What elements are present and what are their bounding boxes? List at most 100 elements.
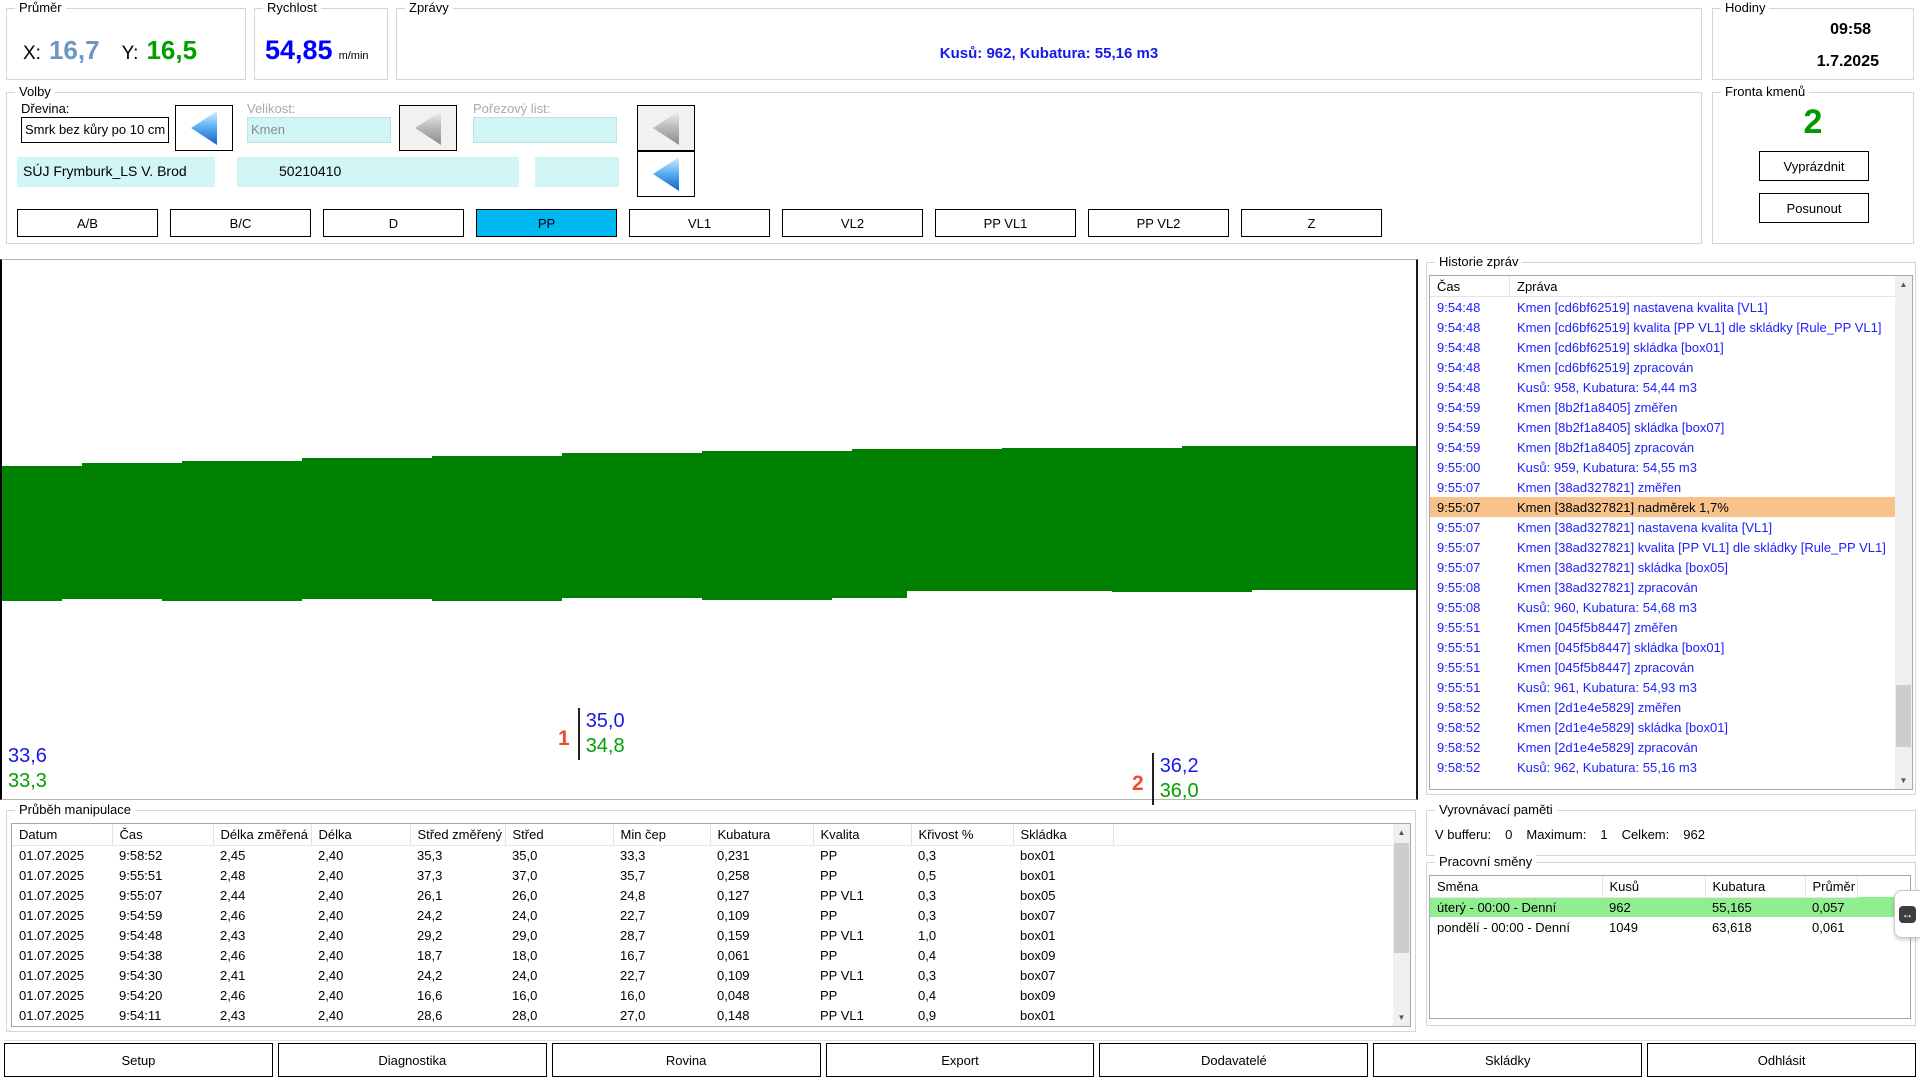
handling-log-cell (1113, 925, 1393, 945)
quality-button-vl1[interactable]: VL1 (629, 209, 770, 237)
handling-log-row[interactable]: 01.07.20259:54:482,432,4029,229,028,70,1… (12, 925, 1393, 945)
left-edge-diameters: 33,6 33,3 (8, 744, 47, 794)
scroll-up-icon[interactable]: ▲ (1895, 276, 1912, 293)
shifts-col-header[interactable]: Kubatura (1705, 876, 1805, 897)
wood-type-cycle-button[interactable] (175, 105, 233, 151)
quality-button-pp-vl1[interactable]: PP VL1 (935, 209, 1076, 237)
empty-queue-button[interactable]: Vyprázdnit (1759, 151, 1869, 181)
menu-button-export[interactable]: Export (826, 1043, 1095, 1077)
handling-log-cell: 2,40 (311, 925, 410, 945)
history-row-message: Kmen [38ad327821] nastavena kvalita [VL1… (1510, 517, 1895, 537)
handling-log-row[interactable]: 01.07.20259:54:302,412,4024,224,022,70,1… (12, 965, 1393, 985)
handling-col-header[interactable]: Kvalita (813, 824, 911, 845)
handling-col-header[interactable]: Délka změřená (213, 824, 311, 845)
history-row[interactable]: 9:58:52Kmen [2d1e4e5829] změřen (1430, 697, 1895, 717)
history-row[interactable]: 9:54:59Kmen [8b2f1a8405] změřen (1430, 397, 1895, 417)
handling-col-header[interactable]: Střed změřený (410, 824, 505, 845)
quality-button-a-b[interactable]: A/B (17, 209, 158, 237)
history-row[interactable]: 9:55:51Kmen [045f5b8447] změřen (1430, 617, 1895, 637)
history-row-message: Kmen [cd6bf62519] zpracován (1510, 357, 1895, 377)
handling-log-cell: 26,0 (505, 885, 613, 905)
history-row[interactable]: 9:58:52Kmen [2d1e4e5829] skládka [box01] (1430, 717, 1895, 737)
shifts-col-header[interactable]: Kusů (1602, 876, 1705, 897)
handling-log-cell: PP (813, 905, 911, 925)
handling-log-cell: 33,3 (613, 845, 710, 865)
history-row[interactable]: 9:55:51Kusů: 961, Kubatura: 54,93 m3 (1430, 677, 1895, 697)
history-row[interactable]: 9:55:07Kmen [38ad327821] kvalita [PP VL1… (1430, 537, 1895, 557)
scroll-down-icon[interactable]: ▼ (1895, 772, 1912, 789)
handling-col-header[interactable]: Skládka (1013, 824, 1113, 845)
history-row[interactable]: 9:55:07Kmen [38ad327821] změřen (1430, 477, 1895, 497)
size-field: Kmen (247, 117, 391, 143)
advance-queue-button[interactable]: Posunout (1759, 193, 1869, 223)
history-row[interactable]: 9:55:08Kusů: 960, Kubatura: 54,68 m3 (1430, 597, 1895, 617)
history-row[interactable]: 9:55:07Kmen [38ad327821] nadměrek 1,7% (1430, 497, 1895, 517)
history-row[interactable]: 9:55:51Kmen [045f5b8447] zpracován (1430, 657, 1895, 677)
handling-log-row[interactable]: 01.07.20259:55:512,482,4037,337,035,70,2… (12, 865, 1393, 885)
extra-field (535, 157, 619, 187)
quality-button-vl2[interactable]: VL2 (782, 209, 923, 237)
menu-button-diagnostika[interactable]: Diagnostika (278, 1043, 547, 1077)
menu-button-odhl-sit[interactable]: Odhlásit (1647, 1043, 1916, 1077)
handling-col-header[interactable]: Min čep (613, 824, 710, 845)
quality-button-pp[interactable]: PP (476, 209, 617, 237)
history-row[interactable]: 9:54:59Kmen [8b2f1a8405] skládka [box07] (1430, 417, 1895, 437)
scroll-down-icon[interactable]: ▼ (1393, 1009, 1410, 1026)
handling-log-row[interactable]: 01.07.20259:54:112,432,4028,628,027,00,1… (12, 1005, 1393, 1025)
quality-button-z[interactable]: Z (1241, 209, 1382, 237)
handling-col-header[interactable]: Čas (112, 824, 213, 845)
history-scrollbar[interactable]: ▲ ▼ (1895, 276, 1912, 789)
shifts-col-header[interactable]: Směna (1430, 876, 1602, 897)
handling-log-scrollbar[interactable]: ▲ ▼ (1393, 824, 1410, 1026)
handling-scrollbar-thumb[interactable] (1394, 843, 1409, 953)
history-row[interactable]: 9:54:48Kmen [cd6bf62519] skládka [box01] (1430, 337, 1895, 357)
history-row[interactable]: 9:55:00Kusů: 959, Kubatura: 54,55 m3 (1430, 457, 1895, 477)
history-row[interactable]: 9:54:48Kmen [cd6bf62519] nastavena kvali… (1430, 297, 1895, 317)
handling-log-cell: box01 (1013, 925, 1113, 945)
order-cycle-button[interactable] (637, 151, 695, 197)
history-row[interactable]: 9:55:08Kmen [38ad327821] zpracován (1430, 577, 1895, 597)
history-row[interactable]: 9:55:51Kmen [045f5b8447] skládka [box01] (1430, 637, 1895, 657)
shift-cell: 63,618 (1705, 917, 1805, 937)
history-scrollbar-thumb[interactable] (1896, 685, 1911, 747)
shift-row[interactable]: pondělí - 00:00 - Denní104963,6180,061 (1430, 917, 1910, 937)
scroll-up-icon[interactable]: ▲ (1393, 824, 1410, 841)
handling-log-row[interactable]: 01.07.20259:58:522,452,4035,335,033,30,2… (12, 845, 1393, 865)
handling-col-header[interactable]: Křivost % (911, 824, 1013, 845)
handling-col-header[interactable]: Délka (311, 824, 410, 845)
handling-log-cell: 2,40 (311, 885, 410, 905)
handling-log-row[interactable]: 01.07.20259:54:592,462,4024,224,022,70,1… (12, 905, 1393, 925)
history-row[interactable]: 9:55:07Kmen [38ad327821] skládka [box05] (1430, 557, 1895, 577)
wood-type-field[interactable]: Smrk bez kůry po 10 cm (21, 117, 169, 143)
history-row[interactable]: 9:54:48Kmen [cd6bf62519] kvalita [PP VL1… (1430, 317, 1895, 337)
remote-control-side-tab[interactable]: ↔ (1894, 890, 1920, 938)
handling-log-cell: 0,109 (710, 965, 813, 985)
menu-button-skl-dky[interactable]: Skládky (1373, 1043, 1642, 1077)
handling-log-cell: PP (813, 865, 911, 885)
menu-button-rovina[interactable]: Rovina (552, 1043, 821, 1077)
cutting-list-cycle-button (637, 105, 695, 151)
history-row[interactable]: 9:58:52Kmen [2d1e4e5829] zpracován (1430, 737, 1895, 757)
handling-log-row[interactable]: 01.07.20259:54:202,462,4016,616,016,00,0… (12, 985, 1393, 1005)
handling-log-cell: box05 (1013, 885, 1113, 905)
handling-log-row[interactable]: 01.07.20259:55:072,442,4026,126,024,80,1… (12, 885, 1393, 905)
menu-button-dodavatel-[interactable]: Dodavatelé (1099, 1043, 1368, 1077)
quality-button-b-c[interactable]: B/C (170, 209, 311, 237)
quality-button-d[interactable]: D (323, 209, 464, 237)
handling-log-cell: 01.07.2025 (12, 865, 112, 885)
history-row[interactable]: 9:58:52Kusů: 962, Kubatura: 55,16 m3 (1430, 757, 1895, 777)
history-row-message: Kusů: 960, Kubatura: 54,68 m3 (1510, 597, 1895, 617)
history-row[interactable]: 9:54:59Kmen [8b2f1a8405] zpracován (1430, 437, 1895, 457)
shift-row[interactable]: úterý - 00:00 - Denní96255,1650,057 (1430, 897, 1910, 917)
handling-col-header[interactable]: Datum (12, 824, 112, 845)
handling-col-header[interactable]: Kubatura (710, 824, 813, 845)
handling-col-header[interactable]: Střed (505, 824, 613, 845)
shifts-col-header[interactable]: Průměr (1805, 876, 1858, 897)
handling-log-row[interactable]: 01.07.20259:54:382,462,4018,718,016,70,0… (12, 945, 1393, 965)
history-row[interactable]: 9:54:48Kmen [cd6bf62519] zpracován (1430, 357, 1895, 377)
quality-button-pp-vl2[interactable]: PP VL2 (1088, 209, 1229, 237)
history-row-time: 9:58:52 (1430, 757, 1510, 777)
menu-button-setup[interactable]: Setup (4, 1043, 273, 1077)
history-row[interactable]: 9:54:48Kusů: 958, Kubatura: 54,44 m3 (1430, 377, 1895, 397)
history-row[interactable]: 9:55:07Kmen [38ad327821] nastavena kvali… (1430, 517, 1895, 537)
